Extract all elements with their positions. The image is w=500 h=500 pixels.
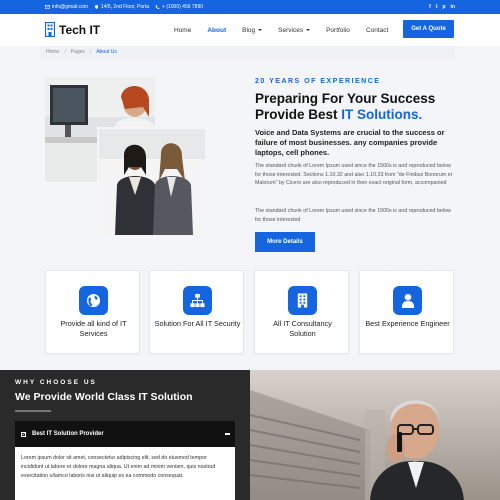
nav-services-label: Services bbox=[278, 26, 304, 34]
collapse-icon[interactable] bbox=[225, 433, 230, 435]
feature-card[interactable]: Best Experience Engineer bbox=[359, 270, 454, 354]
about-paragraph-2: The standard chunk of Lorem Ipsum used s… bbox=[255, 208, 451, 223]
accordion-header[interactable]: Best IT Solution Provider bbox=[15, 421, 235, 447]
mail-icon bbox=[45, 5, 50, 9]
accordion-body: Lorem ipsum dolor sit amet, consectetur … bbox=[15, 447, 235, 500]
feature-label: Best Experience Engineer bbox=[365, 319, 450, 328]
check-icon bbox=[21, 431, 26, 437]
feature-card[interactable]: All IT Consultancy Solution bbox=[254, 270, 349, 354]
breadcrumb-separator: / bbox=[89, 49, 92, 55]
get-a-quote-button[interactable]: Get A Quote bbox=[403, 20, 454, 38]
nav-menu: Home About Blog Services Portfolio Conta… bbox=[174, 14, 404, 46]
top-info-bar: info@gmail.com 14/5, 2nd Floor, Porta + … bbox=[0, 0, 500, 14]
nav-about[interactable]: About bbox=[207, 27, 226, 34]
why-kicker: WHY CHOOSE US bbox=[15, 379, 97, 386]
nav-blog-label: Blog bbox=[242, 26, 256, 34]
about-lead: Voice and Data Systems are crucial to th… bbox=[255, 128, 445, 157]
chevron-down-icon bbox=[258, 29, 263, 31]
chevron-down-icon bbox=[306, 29, 311, 31]
nav-blog[interactable]: Blog bbox=[242, 26, 263, 34]
breadcrumb-separator: / bbox=[64, 49, 66, 55]
business-women-image bbox=[97, 127, 207, 237]
title-divider bbox=[15, 410, 51, 412]
nav-portfolio[interactable]: Portfolio bbox=[326, 27, 350, 34]
heading-line-1: Preparing For Your Success bbox=[255, 91, 436, 106]
email-text: info@gmail.com bbox=[52, 4, 88, 10]
network-icon bbox=[183, 286, 212, 315]
about-paragraph-1: The standard chunk of Lorem Ipsum used s… bbox=[255, 163, 453, 186]
logo-text: Tech IT bbox=[59, 22, 101, 37]
about-heading: Preparing For Your Success Provide Best … bbox=[255, 91, 465, 123]
breadcrumb: Home / Pages / About Us bbox=[40, 46, 455, 58]
social-links: f t p in bbox=[424, 0, 455, 14]
main-navbar: Tech IT Home About Blog Services Portfol… bbox=[0, 14, 500, 46]
accordion-title: Best IT Solution Provider bbox=[32, 431, 104, 437]
phone-icon bbox=[155, 5, 160, 9]
experience-kicker: 20 YEARS OF EXPERIENCE bbox=[255, 78, 381, 85]
heading-highlight: IT Solutions. bbox=[341, 107, 423, 122]
breadcrumb-section: Home / Pages / About Us bbox=[0, 46, 500, 58]
more-details-button[interactable]: More Details bbox=[255, 232, 315, 252]
pinterest-icon[interactable]: p bbox=[442, 4, 445, 10]
feature-card[interactable]: Provide all kind of IT Services bbox=[45, 270, 140, 354]
feature-card[interactable]: Solution For All IT Security bbox=[149, 270, 244, 354]
location-pin-icon bbox=[94, 5, 99, 9]
feature-label: Solution For All IT Security bbox=[154, 319, 241, 328]
building-logo-icon bbox=[45, 22, 55, 37]
user-icon bbox=[393, 286, 422, 315]
phone-contact[interactable]: + (1000) 456 7890 bbox=[155, 4, 203, 10]
twitter-icon[interactable]: t bbox=[436, 4, 438, 10]
address-contact: 14/5, 2nd Floor, Porta bbox=[94, 4, 149, 10]
breadcrumb-current: About Us bbox=[96, 49, 117, 55]
breadcrumb-pages[interactable]: Pages bbox=[71, 49, 85, 55]
heading-line-2: Provide Best IT Solutions. bbox=[255, 107, 465, 123]
why-title: We Provide World Class IT Solution bbox=[15, 391, 193, 403]
globe-icon bbox=[79, 286, 108, 315]
site-logo[interactable]: Tech IT bbox=[45, 22, 100, 37]
phone-text: + (1000) 456 7890 bbox=[162, 4, 204, 10]
businessman-phone-image bbox=[250, 370, 500, 500]
breadcrumb-home[interactable]: Home bbox=[46, 49, 59, 55]
facebook-icon[interactable]: f bbox=[429, 4, 431, 10]
address-text: 14/5, 2nd Floor, Porta bbox=[100, 4, 150, 10]
building-icon bbox=[288, 286, 317, 315]
feature-label: Provide all kind of IT Services bbox=[60, 319, 127, 338]
email-contact[interactable]: info@gmail.com bbox=[45, 4, 88, 10]
feature-label: All IT Consultancy Solution bbox=[273, 319, 332, 338]
heading-line-2-text: Provide Best bbox=[255, 107, 342, 122]
nav-services[interactable]: Services bbox=[278, 26, 311, 34]
nav-home[interactable]: Home bbox=[174, 27, 191, 34]
nav-contact[interactable]: Contact bbox=[366, 27, 388, 34]
linkedin-icon[interactable]: in bbox=[451, 4, 455, 10]
